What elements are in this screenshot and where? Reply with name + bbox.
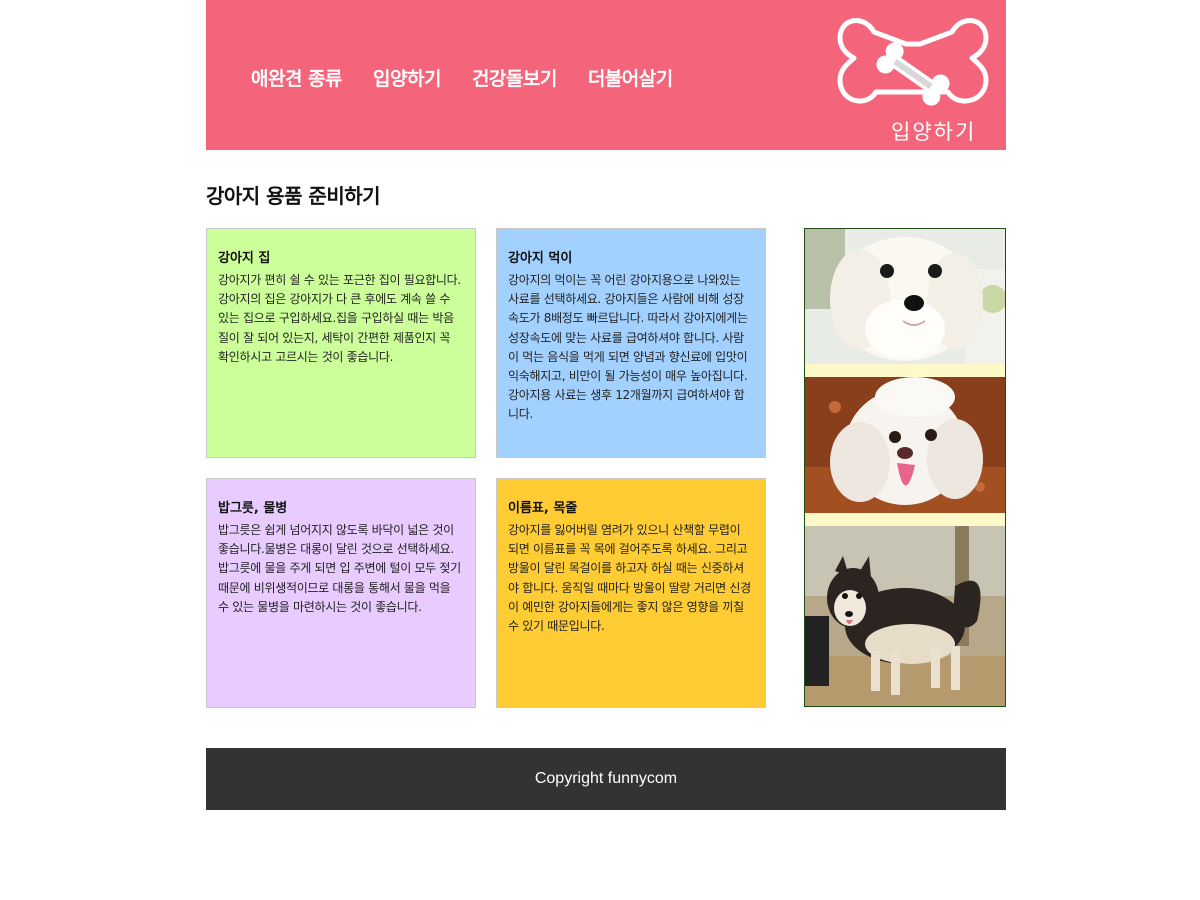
nav-item-breeds[interactable]: 애완견 종류	[251, 64, 343, 91]
card-dog-food: 강아지 먹이 강아지의 먹이는 꼭 어린 강아지용으로 나와있는 사료를 선택하…	[496, 228, 766, 458]
nav-item-health[interactable]: 건강돌보기	[472, 64, 557, 91]
card-title: 이름표, 목줄	[508, 501, 578, 516]
logo-text[interactable]: 입양하기	[891, 116, 976, 146]
card-body: 밥그릇은 쉽게 넘어지지 않도록 바닥이 넓은 것이 좋습니다.물병은 대롱이 …	[218, 523, 461, 614]
nav-item-living-together[interactable]: 더불어살기	[588, 64, 673, 91]
card-body: 강아지의 먹이는 꼭 어린 강아지용으로 나와있는 사료를 선택하세요. 강아지…	[508, 273, 748, 422]
header: 애완견 종류 입양하기 건강돌보기 더불어살기 입양하기	[206, 0, 1006, 150]
card-nametag-leash: 이름표, 목줄 강아지를 잃어버릴 염려가 있으니 산책할 무렵이 되면 이름표…	[496, 478, 766, 708]
card-body: 강아지가 편히 쉴 수 있는 포근한 집이 필요합니다. 강아지의 집은 강아지…	[218, 273, 461, 364]
card-body: 강아지를 잃어버릴 염려가 있으니 산책할 무렵이 되면 이름표를 꼭 목에 걸…	[508, 523, 751, 634]
nav-item-adoption[interactable]: 입양하기	[373, 64, 441, 91]
page-title: 강아지 용품 준비하기	[206, 184, 381, 208]
poodle-photo	[805, 377, 1005, 513]
photo-column	[804, 228, 1006, 707]
card-title: 강아지 먹이	[508, 251, 573, 266]
card-title: 강아지 집	[218, 251, 271, 266]
card-dog-house: 강아지 집 강아지가 편히 쉴 수 있는 포근한 집이 필요합니다. 강아지의 …	[206, 228, 476, 458]
card-title: 밥그릇, 물병	[218, 501, 288, 516]
bone-logo-icon	[837, 18, 989, 106]
maltese-puppy-photo	[805, 229, 1005, 364]
card-bowl-bottle: 밥그릇, 물병 밥그릇은 쉽게 넘어지지 않도록 바닥이 넓은 것이 좋습니다.…	[206, 478, 476, 708]
main-nav: 애완견 종류 입양하기 건강돌보기 더불어살기	[251, 64, 704, 91]
malamute-photo	[805, 526, 1005, 706]
copyright-text: Copyright funnycom	[534, 770, 678, 787]
footer: Copyright funnycom	[206, 748, 1006, 810]
